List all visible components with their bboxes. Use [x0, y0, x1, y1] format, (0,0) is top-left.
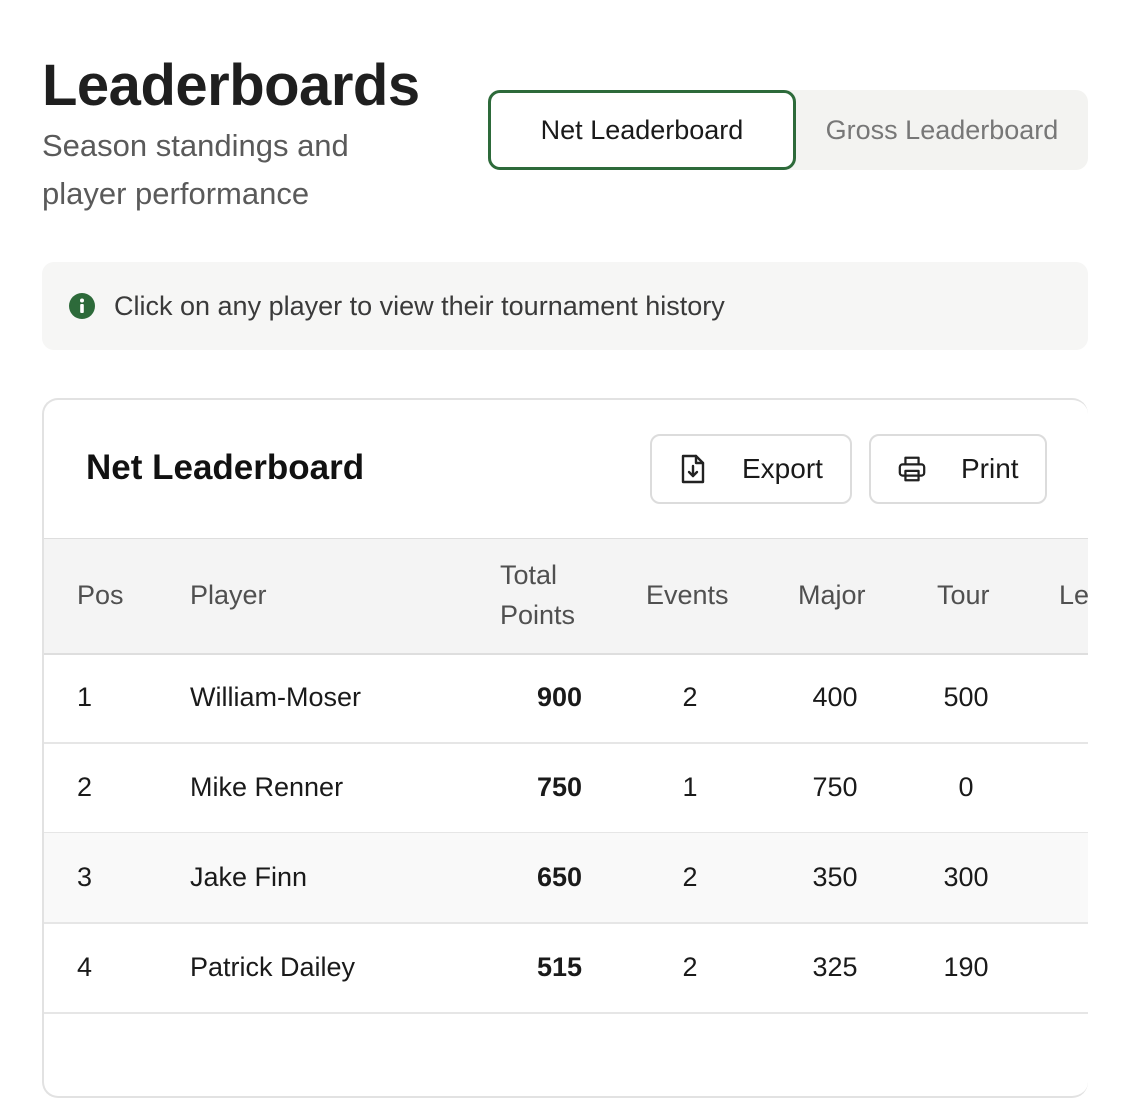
print-label: Print [961, 453, 1019, 484]
cell-major: 350 [812, 862, 858, 892]
cell-events: 2 [682, 952, 698, 982]
table-row[interactable]: 3 Jake Finn 650 2 350 300 [44, 833, 1088, 924]
info-icon [68, 292, 96, 320]
column-header-total-points[interactable]: Total Points [500, 555, 610, 635]
gross-leaderboard-tab[interactable]: Gross Leaderboard [796, 90, 1088, 170]
cell-major: 400 [812, 682, 858, 712]
export-button[interactable]: Export [650, 434, 852, 504]
cell-player[interactable]: Mike Renner [190, 743, 343, 832]
printer-icon [897, 453, 927, 485]
cell-events: 1 [682, 772, 698, 802]
cell-player[interactable]: Jake Finn [190, 833, 307, 922]
card-title: Net Leaderboard [86, 448, 365, 487]
cell-total-points: 900 [536, 682, 582, 712]
page-subtitle: Season standings and player performance [42, 128, 349, 211]
cell-tour: 500 [943, 682, 989, 712]
cell-player[interactable]: Patrick Dailey [190, 923, 355, 1012]
table-row[interactable]: 2 Mike Renner 750 1 750 0 [44, 743, 1088, 834]
export-label: Export [742, 453, 823, 484]
cell-tour: 190 [943, 952, 989, 982]
info-text: Click on any player to view their tourna… [114, 290, 725, 321]
info-banner: Click on any player to view their tourna… [42, 262, 1088, 350]
cell-total-points: 515 [536, 952, 582, 982]
table-row[interactable]: 1 William-Moser 900 2 400 500 [44, 653, 1088, 744]
file-download-icon [678, 453, 708, 485]
cell-total-points: 750 [536, 772, 582, 802]
column-header-truncated[interactable]: Le [1059, 575, 1088, 615]
table-header: Pos Player Total Points Events Major Tou… [44, 538, 1088, 655]
cell-major: 750 [812, 772, 858, 802]
column-header-pos[interactable]: Pos [77, 575, 124, 615]
net-leaderboard-tab[interactable]: Net Leaderboard [488, 90, 796, 170]
cell-major: 325 [812, 952, 858, 982]
cell-total-points: 650 [536, 862, 582, 892]
leaderboard-toggle: Net Leaderboard Gross Leaderboard [488, 90, 1088, 170]
column-header-player[interactable]: Player [190, 575, 267, 615]
leaderboard-card: Net Leaderboard Export Print Pos Player … [42, 398, 1088, 1098]
table-row[interactable]: 4 Patrick Dailey 515 2 325 190 [44, 923, 1088, 1014]
cell-events: 2 [682, 862, 698, 892]
cell-player[interactable]: William-Moser [190, 653, 361, 742]
cell-events: 2 [682, 682, 698, 712]
cell-pos: 4 [77, 952, 93, 982]
column-header-tour[interactable]: Tour [937, 575, 990, 615]
page-title: Leaderboards [42, 53, 420, 118]
cell-tour: 300 [943, 862, 989, 892]
cell-pos: 2 [77, 772, 93, 802]
column-header-events[interactable]: Events [646, 575, 729, 615]
column-header-major[interactable]: Major [798, 575, 866, 615]
cell-pos: 1 [77, 682, 93, 712]
print-button[interactable]: Print [869, 434, 1047, 504]
cell-pos: 3 [77, 862, 93, 892]
cell-tour: 0 [958, 772, 974, 802]
